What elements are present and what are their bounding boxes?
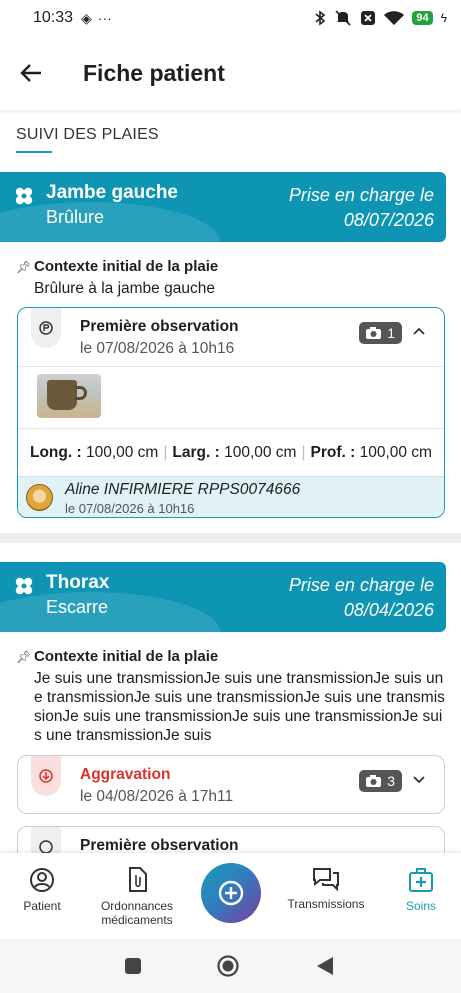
wound-type: Escarre (46, 597, 109, 617)
vpn-icon: ◈ (81, 9, 92, 26)
photo-count: 1 (387, 325, 395, 341)
nav-patient[interactable]: Patient (14, 867, 70, 913)
care-start-date: 08/07/2026 (343, 210, 434, 230)
plus-circle-icon (218, 880, 244, 906)
care-start-label: Prise en charge le (288, 575, 434, 595)
observation-header[interactable]: Aggravation le 04/08/2026 à 17h11 3 (18, 756, 444, 813)
tab-indicator (16, 151, 52, 153)
observation-date: le 04/08/2026 à 17h11 (80, 788, 234, 805)
mute-icon (335, 10, 351, 26)
photo-strip (18, 366, 444, 428)
observation-card[interactable]: Aggravation le 04/08/2026 à 17h11 3 (17, 755, 445, 814)
observation-author: Aline INFIRMIERE RPPS0074666 le 07/08/20… (18, 476, 444, 517)
photo-count-badge: 3 (359, 770, 402, 792)
nav-ordonnances-label: Ordonnances médicaments (100, 899, 174, 927)
system-navigation-bar (0, 939, 461, 993)
context-title: Contexte initial de la plaie (34, 648, 219, 665)
photo-count: 3 (387, 773, 395, 789)
length-label: Long. : (30, 443, 82, 461)
page-title: Fiche patient (83, 59, 225, 86)
width-label: Larg. : (172, 443, 220, 461)
wound-photo-thumbnail[interactable] (37, 374, 101, 418)
nav-ordonnances[interactable]: Ordonnances médicaments (96, 867, 178, 927)
back-nav-icon[interactable] (316, 956, 334, 976)
wound-measures: Long. : 100,00 cm | Larg. : 100,00 cm | … (18, 428, 444, 476)
wound-location: Thorax (46, 572, 110, 593)
nav-soins-label: Soins (405, 899, 437, 913)
status-bar: 10:33 ◈ ··· 94 ϟ (0, 0, 461, 36)
no-sim-icon (361, 11, 376, 25)
observation-title: Première observation (80, 318, 239, 335)
wound-location: Jambe gauche (46, 182, 178, 203)
observation-title: Aggravation (80, 766, 171, 783)
battery-level: 94 (412, 11, 433, 25)
arrow-left-icon (20, 64, 41, 82)
depth-label: Prof. : (310, 443, 356, 461)
medical-bag-icon (409, 868, 433, 892)
author-date: le 07/08/2026 à 10h16 (65, 501, 195, 516)
nav-transmissions[interactable]: Transmissions (284, 867, 368, 911)
wound-type: Brûlure (46, 207, 105, 227)
wound-context: 📌︎ Contexte initial de la plaie Brûlure … (16, 258, 446, 298)
context-title: Contexte initial de la plaie (34, 258, 219, 275)
wound-header[interactable]: Jambe gauche Brûlure Prise en charge le … (0, 172, 446, 242)
pin-icon: 📌︎ (16, 650, 32, 664)
width-value: 100,00 cm (224, 443, 297, 461)
author-name: Aline INFIRMIERE RPPS0074666 (65, 481, 301, 498)
chat-icon (313, 868, 339, 891)
recents-icon[interactable] (124, 957, 142, 975)
bandage-icon (15, 187, 33, 205)
wound-context: 📌︎ Contexte initial de la plaie Je suis … (16, 648, 446, 745)
bluetooth-icon (315, 10, 326, 26)
status-time: 10:33 (33, 9, 74, 26)
avatar (26, 484, 53, 511)
back-button[interactable] (16, 58, 46, 88)
bottom-navigation: Patient Ordonnances médicaments Transmis… (0, 853, 461, 939)
observation-type-icon (31, 756, 61, 796)
home-icon[interactable] (217, 955, 239, 977)
length-value: 100,00 cm (85, 443, 159, 461)
depth-value: 100,00 cm (359, 443, 432, 461)
camera-icon (366, 775, 382, 787)
add-button[interactable] (201, 863, 261, 923)
pin-icon: 📌︎ (16, 260, 32, 274)
wound-header[interactable]: Thorax Escarre Prise en charge le 08/04/… (0, 562, 446, 632)
observation-card[interactable]: Première observation le 07/08/2026 à 10h… (17, 307, 445, 518)
nav-soins[interactable]: Soins (396, 867, 446, 913)
wifi-icon (384, 10, 405, 25)
observation-header[interactable]: Première observation le 07/08/2026 à 10h… (18, 308, 444, 366)
chevron-up-icon[interactable] (412, 324, 426, 338)
more-notifications-icon: ··· (97, 10, 112, 26)
context-text: Je suis une transmissionJe suis une tran… (34, 670, 445, 744)
clip-document-icon (129, 867, 147, 892)
section-divider (0, 533, 461, 543)
camera-icon (366, 327, 382, 339)
observation-type-icon (31, 308, 61, 348)
care-start-label: Prise en charge le (288, 185, 434, 205)
aggravation-icon (39, 769, 53, 783)
observation-date: le 07/08/2026 à 10h16 (80, 340, 235, 357)
tab-suivi-des-plaies[interactable]: SUIVI DES PLAIES (16, 126, 159, 144)
care-start-date: 08/04/2026 (343, 600, 434, 620)
person-icon (30, 868, 54, 892)
bandage-icon (15, 577, 33, 595)
nav-transmissions-label: Transmissions (287, 897, 365, 911)
context-text: Brûlure à la jambe gauche (34, 280, 215, 297)
chevron-down-icon[interactable] (412, 772, 426, 786)
charging-icon: ϟ (440, 11, 447, 25)
app-bar: Fiche patient (0, 36, 461, 110)
nav-patient-label: Patient (23, 899, 61, 913)
photo-count-badge: 1 (359, 322, 402, 344)
